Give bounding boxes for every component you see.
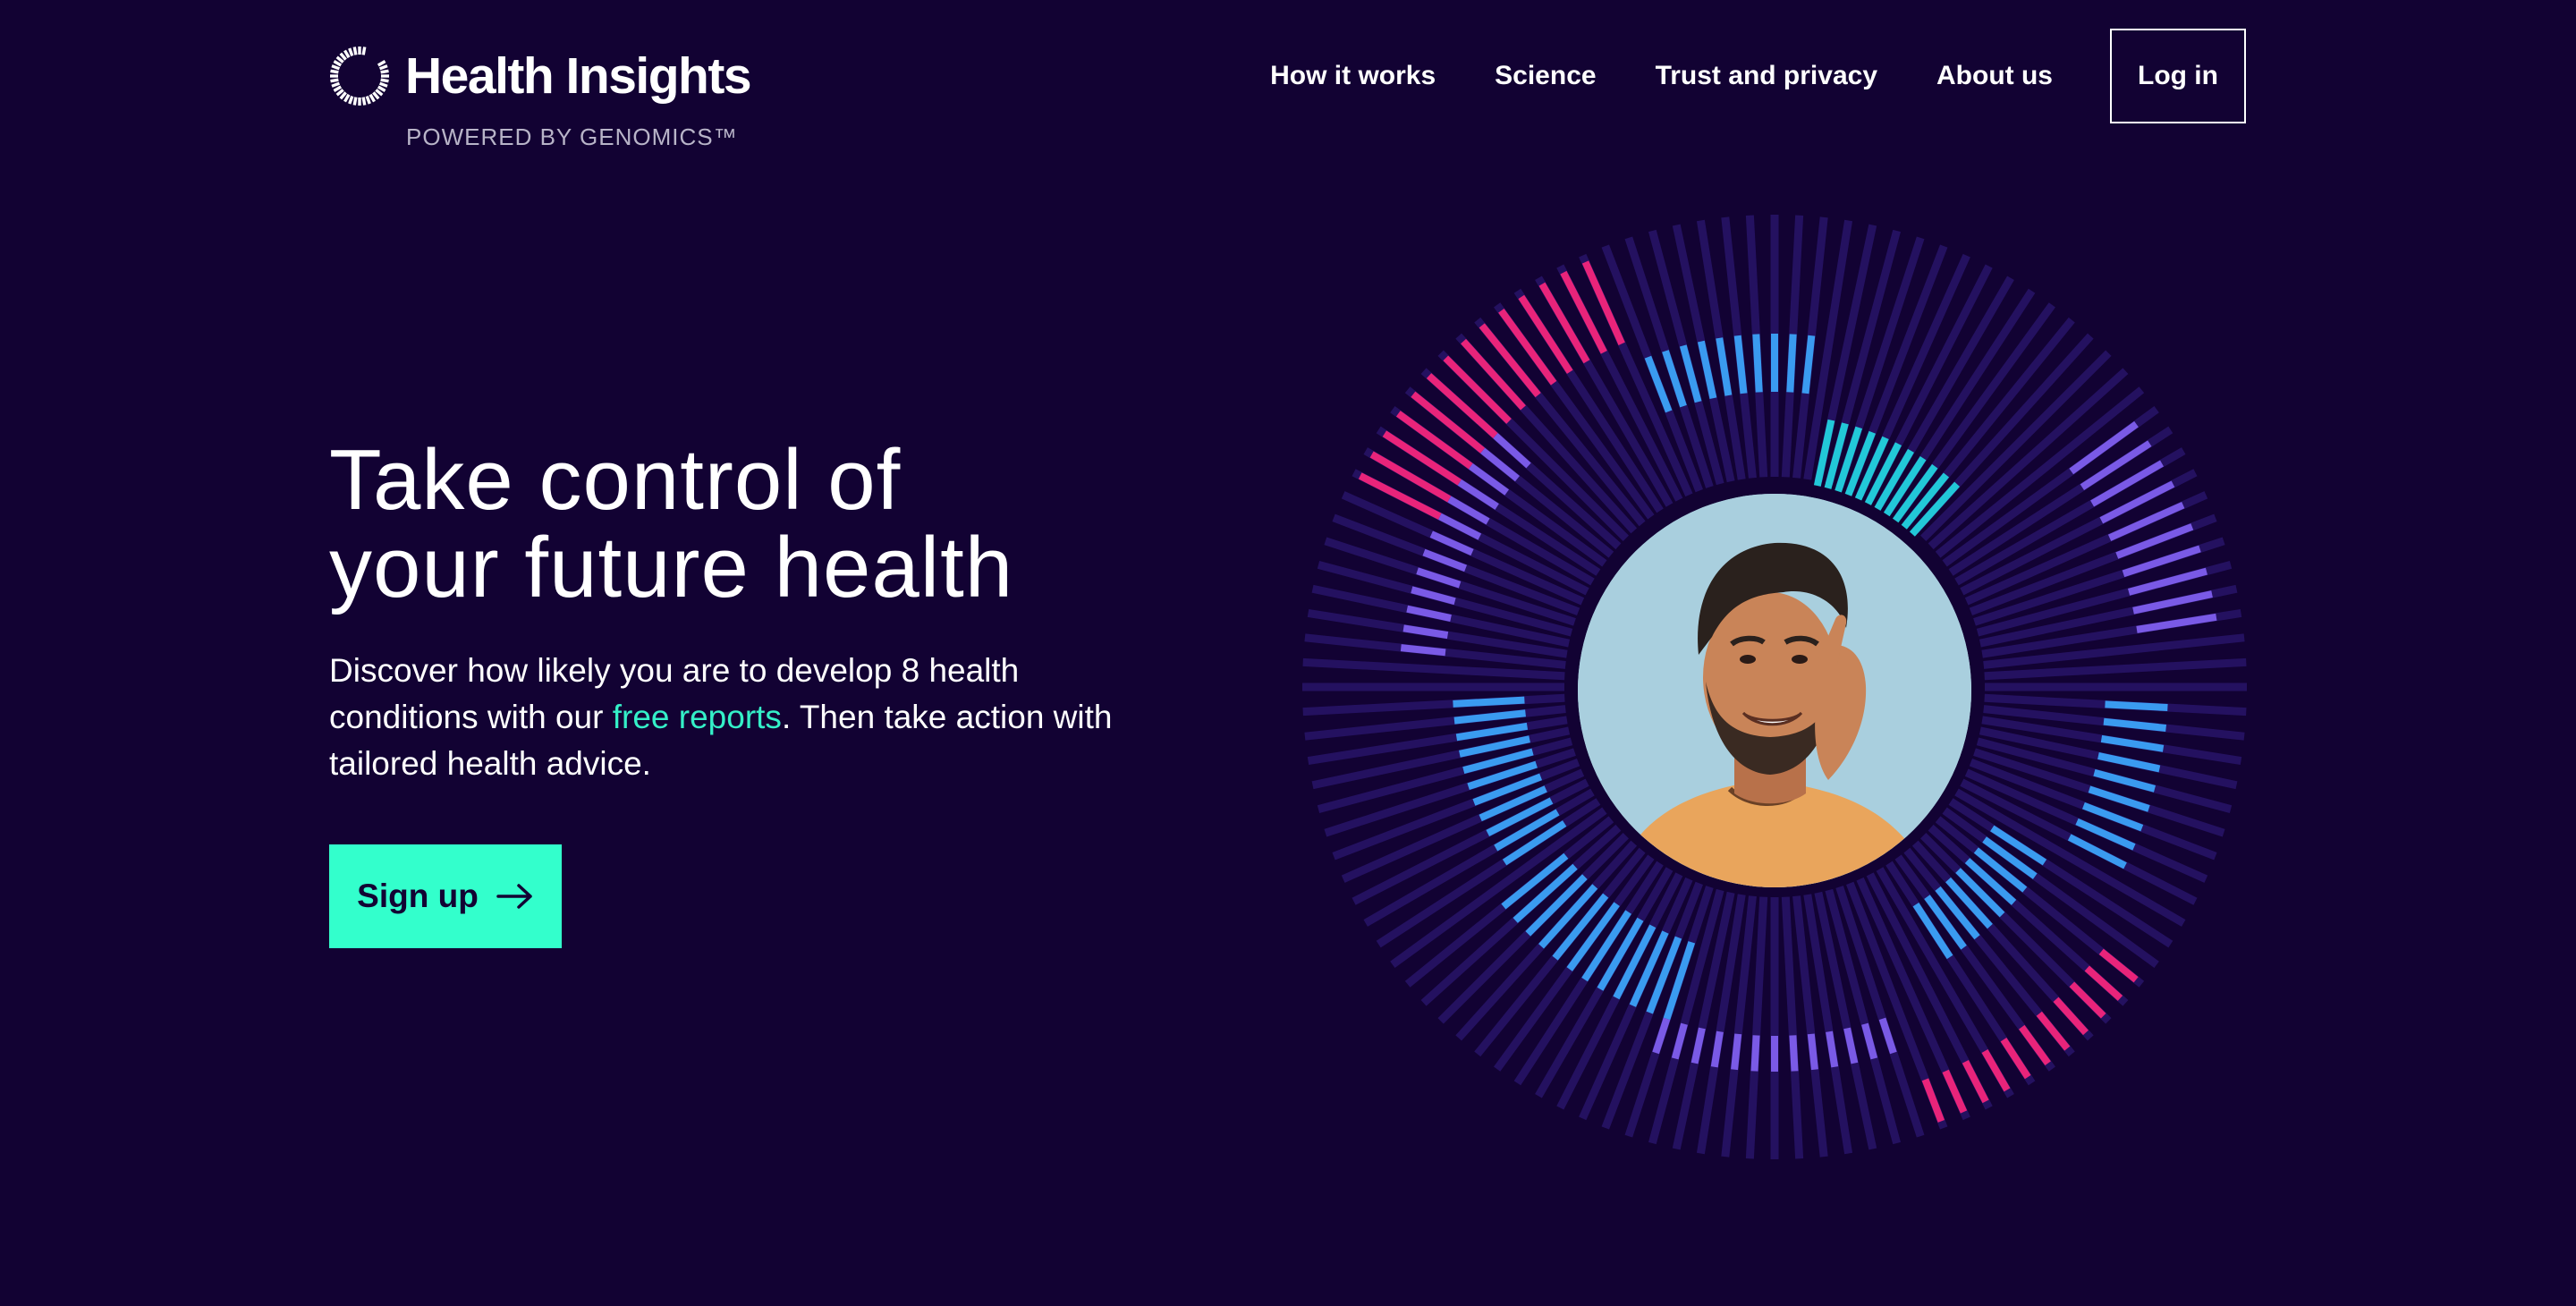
genome-ray-highlight <box>1400 644 1446 657</box>
genome-ray-highlight <box>1538 282 1590 364</box>
genome-ray-highlight <box>1422 548 1468 572</box>
genome-ray-highlight <box>1406 605 1452 622</box>
genome-ray-highlight <box>1679 344 1702 403</box>
genome-ray-highlight <box>1716 337 1733 396</box>
hero-title-line-1: Take control of <box>329 432 902 528</box>
genome-ray-highlight <box>2000 1037 2031 1080</box>
genome-ray-highlight <box>2053 996 2089 1036</box>
genome-ray-highlight <box>1690 1027 1706 1064</box>
genome-ray-highlight <box>1662 350 1687 408</box>
genome-ray-highlight <box>1453 696 1525 708</box>
genome-ray-highlight <box>1921 1078 1945 1123</box>
genome-ray-highlight <box>1697 340 1717 400</box>
genome-ray-highlight <box>2105 700 2168 712</box>
free-reports-link[interactable]: free reports <box>613 699 782 735</box>
genome-ray-highlight <box>2132 590 2213 615</box>
genome-ray-highlight <box>1942 1069 1968 1114</box>
nav-about-us[interactable]: About us <box>1936 61 2053 91</box>
genome-ray-highlight <box>1426 373 1498 438</box>
ring-logo-icon <box>330 47 389 106</box>
sign-up-button[interactable]: Sign up <box>329 844 562 948</box>
genome-ray-highlight <box>1752 334 1763 393</box>
genome-ray-highlight <box>1395 411 1473 470</box>
genome-ray-highlight <box>1807 1033 1818 1071</box>
genome-ray-highlight <box>1733 335 1748 394</box>
genome-ray-highlight <box>2088 785 2150 812</box>
genome-ray-highlight <box>1369 451 1452 503</box>
genome-ray-highlight <box>1671 1022 1688 1060</box>
genome-ray-highlight <box>1479 323 1541 398</box>
genome-ray-highlight <box>1801 335 1816 394</box>
genome-ray-highlight <box>2098 948 2139 983</box>
genome-ray-highlight <box>1518 294 1573 374</box>
genome-ray-highlight <box>1416 567 1462 589</box>
main-nav: How it works Science Trust and privacy A… <box>1270 29 2246 123</box>
genome-ray-highlight <box>1962 1059 1989 1104</box>
genome-ray-highlight <box>1861 1022 1878 1060</box>
hero-description: Discover how likely you are to develop 8… <box>329 648 1116 787</box>
genome-ray-highlight <box>1750 1035 1760 1072</box>
login-button[interactable]: Log in <box>2110 29 2246 123</box>
genome-ray-highlight <box>2127 567 2207 596</box>
genome-ray-highlight <box>2097 752 2161 773</box>
hero-title: Take control of your future health <box>329 437 1134 612</box>
genome-ray-highlight <box>1498 308 1557 386</box>
brand-title: Health Insights <box>405 47 752 105</box>
genome-ray-highlight <box>2019 1024 2051 1066</box>
brand-text: Health Insights <box>405 45 752 107</box>
arrow-right-icon <box>496 884 532 909</box>
genome-ray-highlight <box>2069 981 2106 1019</box>
genome-ray-highlight <box>1786 334 1797 393</box>
genome-ray-highlight <box>2036 1011 2071 1051</box>
sign-up-label: Sign up <box>357 878 479 914</box>
genome-ray-highlight <box>1461 338 1526 411</box>
genome-ray-highlight <box>1411 391 1486 454</box>
genome-ray-highlight <box>1912 903 1953 960</box>
genome-ray-highlight <box>1982 836 2038 879</box>
user-portrait-icon <box>1578 494 1971 887</box>
genome-ray-highlight <box>2069 420 2139 475</box>
genome-ray-highlight <box>1731 1033 1742 1071</box>
nav-science[interactable]: Science <box>1495 61 1596 91</box>
genome-ray-highlight <box>2093 768 2157 793</box>
genome-ray-highlight <box>1981 1049 2011 1092</box>
genome-ray-highlight <box>1447 496 1490 525</box>
brand-subtitle: POWERED BY GENOMICS™ <box>406 123 738 150</box>
genome-ray-highlight <box>2084 965 2123 1001</box>
genome-ray-highlight <box>2100 734 2165 752</box>
genome-ray-highlight <box>2136 613 2217 633</box>
hero-title-line-2: your future health <box>329 520 1014 615</box>
genome-ray-highlight <box>1382 430 1462 486</box>
genome-visual <box>1302 215 2247 1159</box>
genome-ray-highlight <box>1437 513 1482 540</box>
nav-trust-and-privacy[interactable]: Trust and privacy <box>1656 61 1877 91</box>
page: Health Insights POWERED BY GENOMICS™ How… <box>0 0 2576 1306</box>
genome-ray-highlight <box>1402 624 1449 640</box>
genome-ray-highlight <box>1429 530 1474 556</box>
genome-ray-highlight <box>1453 709 1526 725</box>
genome-ray-highlight <box>1990 825 2047 866</box>
brand-logo[interactable]: Health Insights POWERED BY GENOMICS™ <box>328 45 752 150</box>
genome-ray-highlight <box>1443 355 1512 424</box>
nav-how-it-works[interactable]: How it works <box>1270 61 1436 91</box>
genome-ray-highlight <box>1789 1035 1799 1072</box>
genome-ray-highlight <box>1924 895 1967 950</box>
genome-ray-highlight <box>2103 717 2167 732</box>
genome-ray-highlight <box>1843 1027 1859 1064</box>
